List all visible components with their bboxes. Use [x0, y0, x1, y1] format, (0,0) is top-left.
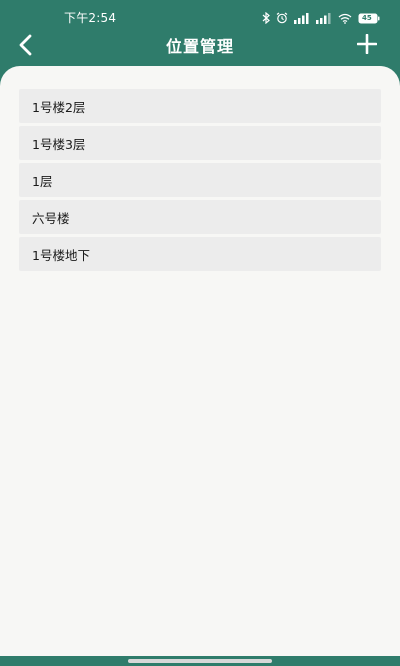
list-item[interactable]: 六号楼 — [19, 200, 381, 234]
list-item[interactable]: 1层 — [19, 163, 381, 197]
alarm-icon — [276, 12, 288, 24]
header: 位置管理 — [0, 28, 400, 66]
plus-icon — [356, 33, 378, 58]
add-button[interactable] — [354, 33, 380, 59]
status-icons: 45 — [262, 11, 380, 25]
list-item[interactable]: 1号楼地下 — [19, 237, 381, 271]
list-item[interactable]: 1号楼2层 — [19, 89, 381, 123]
wifi-icon — [338, 13, 352, 24]
battery-level: 45 — [362, 13, 372, 22]
bluetooth-icon — [262, 12, 270, 24]
location-list: 1号楼2层 1号楼3层 1层 六号楼 1号楼地下 — [19, 89, 381, 274]
battery-icon: 45 — [358, 13, 380, 24]
home-indicator[interactable] — [128, 659, 272, 663]
signal-icon — [316, 12, 332, 24]
content-panel: 1号楼2层 1号楼3层 1层 六号楼 1号楼地下 — [0, 66, 400, 666]
page-title: 位置管理 — [165, 37, 234, 56]
bottom-bar — [0, 656, 400, 666]
signal-icon — [294, 12, 310, 24]
list-item[interactable]: 1号楼3层 — [19, 126, 381, 160]
status-time: 下午2:54 — [64, 11, 117, 25]
